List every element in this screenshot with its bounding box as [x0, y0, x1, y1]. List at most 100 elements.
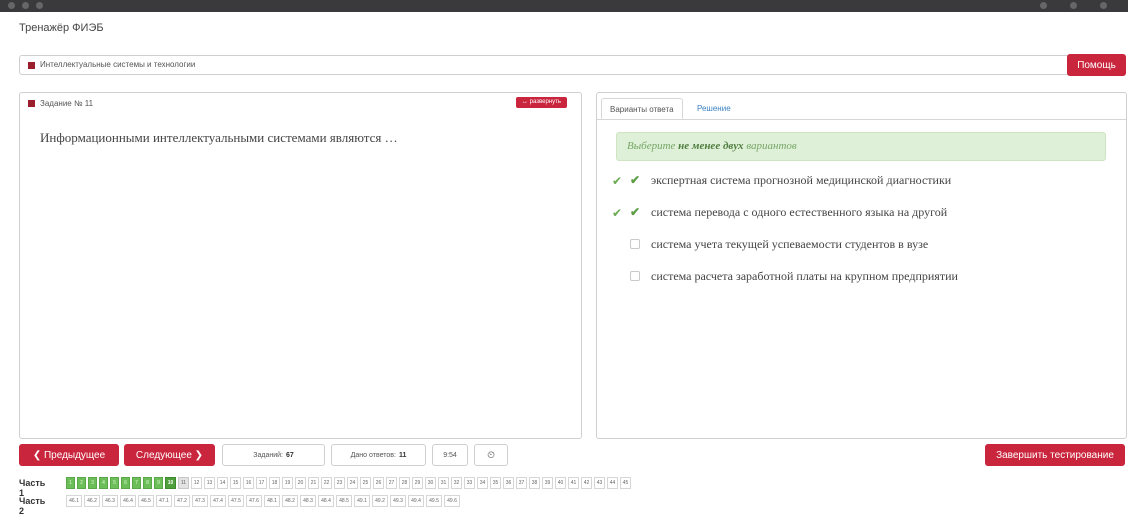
answer-option-label: система расчета заработной платы на круп… [651, 269, 958, 283]
task-cell[interactable]: 48.5 [336, 495, 352, 507]
task-cell[interactable]: 37 [516, 477, 527, 489]
task-cell[interactable]: 18 [269, 477, 280, 489]
answer-checkbox[interactable]: ✔ [630, 206, 640, 218]
answer-checkbox[interactable] [630, 271, 640, 281]
task-cell[interactable]: 46.2 [84, 495, 100, 507]
task-cell[interactable]: 43 [594, 477, 605, 489]
answer-checkbox[interactable]: ✔ [630, 174, 640, 186]
next-button[interactable]: Следующее ❯ [124, 444, 215, 466]
task-number: Задание № 11 [40, 99, 94, 108]
task-cell[interactable]: 46.5 [138, 495, 154, 507]
task-cell[interactable]: 9 [154, 477, 163, 489]
task-cell[interactable]: 3 [88, 477, 97, 489]
task-cell[interactable]: 40 [555, 477, 566, 489]
expand-button[interactable]: ↔ развернуть [515, 97, 567, 108]
task-cell[interactable]: 16 [243, 477, 254, 489]
task-cell[interactable]: 13 [204, 477, 215, 489]
task-cell[interactable]: 15 [230, 477, 241, 489]
task-cell[interactable]: 27 [386, 477, 397, 489]
help-button[interactable]: Помощь [1067, 54, 1126, 76]
task-cell[interactable]: 2 [77, 477, 86, 489]
topic-label: Интеллектуальные системы и технологии [40, 60, 196, 69]
tasks-count-value: 67 [285, 451, 294, 459]
answer-option-label: система учета текущей успеваемости студе… [651, 237, 929, 251]
task-cell[interactable]: 24 [347, 477, 358, 489]
task-cell[interactable]: 48.2 [282, 495, 298, 507]
clock-icon[interactable]: ⏲ [487, 450, 495, 461]
correct-mark-icon: ✔ [612, 206, 623, 220]
task-cell[interactable]: 33 [464, 477, 475, 489]
window-close-icon[interactable] [1100, 2, 1107, 9]
task-cell[interactable]: 47.4 [210, 495, 226, 507]
instruction-hint: Выберите не менее двух вариантов [616, 132, 1106, 161]
task-cell[interactable]: 47.1 [156, 495, 172, 507]
task-cell[interactable]: 6 [121, 477, 130, 489]
task-cell[interactable]: 49.5 [426, 495, 442, 507]
task-cell[interactable]: 31 [438, 477, 449, 489]
task-cell[interactable]: 17 [256, 477, 267, 489]
task-cell[interactable]: 36 [503, 477, 514, 489]
hint-bold: не менее двух [678, 140, 744, 152]
task-cell[interactable]: 8 [143, 477, 152, 489]
topic-bar: Интеллектуальные системы и технологии [19, 55, 1077, 75]
task-cell[interactable]: 45 [620, 477, 631, 489]
task-cell[interactable]: 34 [477, 477, 488, 489]
task-cell[interactable]: 12 [191, 477, 202, 489]
task-cell[interactable]: 38 [529, 477, 540, 489]
previous-button[interactable]: ❮ Предыдущее [19, 444, 119, 466]
task-cell[interactable]: 26 [373, 477, 384, 489]
answer-tabs: Варианты ответа Решение [597, 93, 1126, 120]
task-cell[interactable]: 44 [607, 477, 618, 489]
task-cell[interactable]: 48.3 [300, 495, 316, 507]
task-cell[interactable]: 10 [165, 477, 176, 489]
task-cell[interactable]: 46.4 [120, 495, 136, 507]
task-cell[interactable]: 41 [568, 477, 579, 489]
task-cell[interactable]: 23 [334, 477, 345, 489]
task-cell[interactable]: 32 [451, 477, 462, 489]
task-cell[interactable]: 46.3 [102, 495, 118, 507]
browser-top-bar [0, 0, 1128, 12]
window-minimize-icon[interactable] [1040, 2, 1047, 9]
task-cell[interactable]: 28 [399, 477, 410, 489]
task-cell[interactable]: 47.5 [228, 495, 244, 507]
task-cell[interactable]: 49.6 [444, 495, 460, 507]
finish-test-button[interactable]: Завершить тестирование [985, 444, 1125, 466]
tab-answer-options[interactable]: Варианты ответа [601, 98, 683, 119]
reload-icon[interactable] [36, 2, 43, 9]
task-cell[interactable]: 47.2 [174, 495, 190, 507]
task-cell[interactable]: 48.4 [318, 495, 334, 507]
task-cell[interactable]: 49.2 [372, 495, 388, 507]
task-cell[interactable]: 42 [581, 477, 592, 489]
window-maximize-icon[interactable] [1070, 2, 1077, 9]
forward-icon[interactable] [22, 2, 29, 9]
task-cell[interactable]: 11 [178, 477, 189, 489]
back-icon[interactable] [8, 2, 15, 9]
task-cell[interactable]: 14 [217, 477, 228, 489]
answer-checkbox[interactable] [630, 239, 640, 249]
task-cell[interactable]: 4 [99, 477, 108, 489]
task-cell[interactable]: 19 [282, 477, 293, 489]
settings-box[interactable]: ⏲ [474, 444, 508, 466]
task-cell[interactable]: 48.1 [264, 495, 280, 507]
task-cell[interactable]: 22 [321, 477, 332, 489]
task-cell[interactable]: 47.3 [192, 495, 208, 507]
task-cell[interactable]: 7 [132, 477, 141, 489]
task-cell[interactable]: 49.3 [390, 495, 406, 507]
task-cell[interactable]: 39 [542, 477, 553, 489]
task-cell[interactable]: 30 [425, 477, 436, 489]
tab-solution[interactable]: Решение [689, 98, 739, 119]
task-cell[interactable]: 29 [412, 477, 423, 489]
task-cell[interactable]: 1 [66, 477, 75, 489]
task-cell[interactable]: 35 [490, 477, 501, 489]
task-cell[interactable]: 25 [360, 477, 371, 489]
hint-post: вариантов [746, 140, 797, 152]
task-cell[interactable]: 49.4 [408, 495, 424, 507]
task-cell[interactable]: 5 [110, 477, 119, 489]
topic-marker-icon [28, 62, 35, 69]
task-cell[interactable]: 49.1 [354, 495, 370, 507]
task-cell[interactable]: 20 [295, 477, 306, 489]
task-cell[interactable]: 46.1 [66, 495, 82, 507]
task-cell[interactable]: 21 [308, 477, 319, 489]
task-cell[interactable]: 47.6 [246, 495, 262, 507]
part-1-cells: 1 2 3 4 5 6 7 8 9 10 11 12 13 14 15 16 17 18 19 20 21 22 23 24 2… [66, 477, 631, 489]
